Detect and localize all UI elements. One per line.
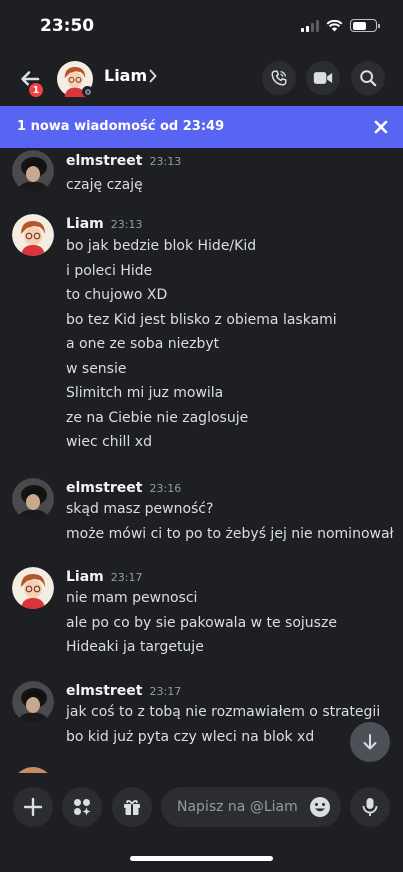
avatar-image [12, 681, 54, 723]
contact-avatar[interactable] [57, 61, 93, 97]
phone-icon [271, 70, 287, 86]
add-attachment-button[interactable] [13, 787, 53, 827]
arrow-down-icon [363, 734, 377, 750]
message-author[interactable]: Liam [66, 569, 104, 585]
message-input[interactable]: Napisz na @Liam [161, 787, 341, 827]
message-author[interactable]: elmstreet [66, 480, 143, 496]
avatar-image [12, 150, 54, 192]
message-author[interactable]: elmstreet [66, 683, 143, 699]
close-icon [374, 120, 388, 134]
message-text: Slimitch mi juz mowila [66, 385, 224, 401]
battery-icon [350, 19, 380, 32]
message-timestamp: 23:13 [149, 155, 182, 168]
avatar[interactable] [12, 214, 54, 256]
avatar-image [12, 567, 54, 609]
status-icons [301, 19, 380, 32]
apps-icon [74, 799, 91, 816]
message-text: czaję czaję [66, 177, 143, 193]
new-messages-banner[interactable]: 1 nowa wiadomość od 23:49 [0, 106, 403, 148]
banner-text: 1 nowa wiadomość od 23:49 [17, 119, 225, 134]
chevron-right-icon[interactable] [149, 68, 157, 87]
message-text: bo kid już pyta czy wleci na blok xd [66, 728, 315, 745]
message-text: bo jak bedzie blok Hide/Kid [66, 238, 257, 254]
emoji-icon[interactable] [309, 796, 331, 818]
message-text: jak coś to z tobą nie rozmawiałem o stra… [66, 704, 381, 720]
microphone-icon [362, 798, 378, 816]
plus-icon [23, 797, 43, 817]
message-text: wiec chill xd [66, 434, 152, 450]
message-text: a one ze soba niezbyt [66, 336, 220, 352]
message-text: w sensie [66, 360, 127, 377]
chat-header: 1 Liam [0, 52, 403, 106]
avatar[interactable] [12, 567, 54, 609]
message-author[interactable]: Liam [66, 216, 104, 232]
message-timestamp: 23:13 [110, 218, 143, 231]
message-timestamp: 23:17 [149, 685, 182, 698]
video-call-button[interactable] [306, 61, 340, 95]
message-text: ale po co by sie pakowala w te sojusze [66, 614, 337, 631]
message-text: ze na Ciebie nie zaglosuje [66, 409, 249, 426]
banner-close-button[interactable] [373, 119, 389, 135]
message-text: to chujowo XD [66, 287, 168, 303]
message-text: Hideaki ja targetuje [66, 639, 204, 655]
status-time: 23:50 [40, 16, 95, 36]
message-text: bo tez Kid jest blisko z obiema laskami [66, 311, 337, 328]
avatar[interactable] [12, 478, 54, 520]
message-input-placeholder: Napisz na @Liam [177, 799, 298, 815]
wifi-icon [326, 19, 343, 32]
status-offline-icon [82, 86, 93, 97]
scroll-to-bottom-button[interactable] [350, 722, 390, 762]
search-button[interactable] [351, 61, 385, 95]
voice-message-button[interactable] [350, 787, 390, 827]
status-bar: 23:50 [0, 0, 403, 52]
message-author[interactable]: elmstreet [66, 153, 143, 169]
avatar-image [12, 478, 54, 520]
avatar[interactable] [12, 150, 54, 192]
cellular-signal-icon [301, 19, 319, 32]
message-text: nie mam pewnosci [66, 590, 198, 606]
gift-icon [124, 799, 140, 815]
search-icon [360, 70, 377, 87]
unread-badge: 1 [27, 81, 45, 99]
gift-button[interactable] [112, 787, 152, 827]
message-list[interactable]: elmstreet 23:13 czaję czaję Liam 23:13 bo … [0, 148, 403, 773]
message-text: i poleci Hide [66, 262, 153, 279]
apps-button[interactable] [62, 787, 102, 827]
home-indicator[interactable] [130, 856, 273, 861]
message-text: skąd masz pewność? [66, 501, 214, 517]
avatar[interactable] [12, 681, 54, 723]
message-timestamp: 23:16 [149, 482, 182, 495]
contact-name[interactable]: Liam [104, 66, 147, 85]
message-text: może mówi ci to po to żebyś jej nie nomi… [66, 525, 394, 542]
call-button[interactable] [262, 61, 296, 95]
message-timestamp: 23:17 [110, 571, 143, 584]
avatar-image [12, 214, 54, 256]
video-camera-icon [313, 72, 333, 84]
